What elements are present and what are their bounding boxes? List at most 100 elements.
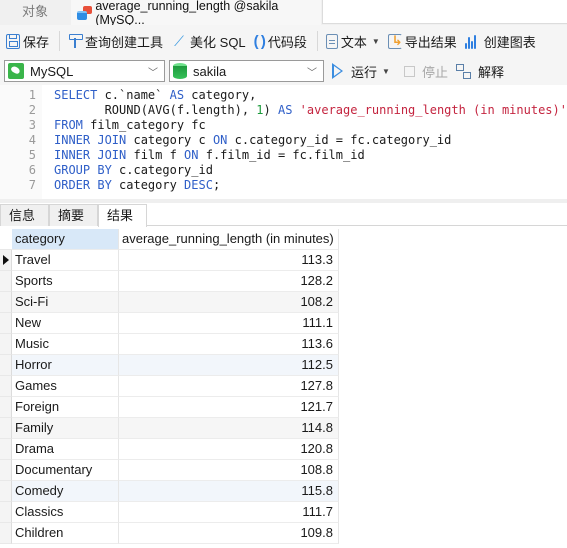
cell-average-running-length[interactable]: 111.7	[119, 502, 339, 523]
cell-average-running-length[interactable]: 109.8	[119, 523, 339, 544]
row-selector[interactable]	[0, 397, 12, 418]
row-selector[interactable]	[0, 271, 12, 292]
cell-average-running-length[interactable]: 115.8	[119, 481, 339, 502]
cell-average-running-length[interactable]: 121.7	[119, 397, 339, 418]
tab-bar: 对象 average_running_length @sakila (MySQ.…	[0, 0, 567, 27]
database-value: sakila	[193, 63, 227, 79]
table-row[interactable]: Comedy 115.8	[0, 481, 339, 502]
table-row[interactable]: Games 127.8	[0, 376, 339, 397]
export-results-label: 导出结果	[404, 34, 457, 50]
query-builder-button[interactable]: 查询创建工具	[68, 32, 163, 51]
stop-button[interactable]: 停止	[394, 62, 448, 81]
column-header-category[interactable]: category	[12, 229, 119, 250]
main-toolbar: 保存 查询创建工具 ⟋ 美化 SQL ( ) 代码段 文本 ▼ 导出结果 创建图…	[0, 25, 567, 57]
tab-summary[interactable]: 摘要	[49, 204, 98, 226]
connection-toolbar: MySQL ﹀ sakila ﹀ 运行 ▼ 停止 解释	[0, 57, 567, 85]
row-selector[interactable]	[0, 376, 12, 397]
code-text: INNER JOIN film f ON f.film_id = fc.film…	[54, 148, 365, 162]
row-selector[interactable]	[0, 313, 12, 334]
create-chart-label: 创建图表	[483, 34, 536, 50]
beautify-sql-label: 美化 SQL	[190, 34, 246, 50]
tab-query[interactable]: average_running_length @sakila (MySQ...	[71, 0, 321, 27]
text-button[interactable]: 文本 ▼	[325, 32, 380, 51]
row-selector[interactable]	[0, 481, 12, 502]
table-row[interactable]: Documentary 108.8	[0, 460, 339, 481]
run-button[interactable]: 运行 ▼	[332, 62, 390, 81]
row-header-corner	[0, 229, 12, 250]
save-button[interactable]: 保存	[6, 32, 49, 51]
table-row[interactable]: Children 109.8	[0, 523, 339, 544]
column-header-average-running-length[interactable]: average_running_length (in minutes)	[119, 229, 339, 250]
text-label: 文本	[340, 34, 367, 50]
mysql-icon	[8, 63, 24, 79]
create-chart-button[interactable]: 创建图表	[464, 32, 536, 51]
cell-average-running-length[interactable]: 127.8	[119, 376, 339, 397]
cell-average-running-length[interactable]: 111.1	[119, 313, 339, 334]
caret-down-icon[interactable]: ▼	[372, 37, 380, 46]
sql-editor[interactable]: 1 SELECT c.`name` AS category, 2 ROUND(AVG…	[0, 85, 567, 199]
code-text: ORDER BY category DESC;	[54, 178, 221, 192]
beautify-sql-button[interactable]: ⟋ 美化 SQL	[171, 32, 246, 51]
row-selector[interactable]	[0, 334, 12, 355]
explain-button[interactable]: 解释	[448, 62, 504, 81]
stop-icon	[403, 65, 415, 77]
cell-category[interactable]: Horror	[12, 355, 119, 376]
query-builder-label: 查询创建工具	[85, 34, 164, 50]
cell-category[interactable]: Music	[12, 334, 119, 355]
row-selector[interactable]	[0, 502, 12, 523]
caret-down-icon[interactable]: ▼	[382, 67, 390, 76]
connection-select[interactable]: MySQL ﹀	[4, 60, 165, 82]
cell-category[interactable]: Documentary	[12, 460, 119, 481]
tab-objects[interactable]: 对象	[0, 0, 70, 25]
cell-category[interactable]: Travel	[12, 250, 119, 271]
row-selector[interactable]	[0, 292, 12, 313]
cell-category[interactable]: Classics	[12, 502, 119, 523]
table-row[interactable]: Drama 120.8	[0, 439, 339, 460]
code-snippet-label: 代码段	[267, 34, 307, 50]
table-row[interactable]: Foreign 121.7	[0, 397, 339, 418]
cell-category[interactable]: Foreign	[12, 397, 119, 418]
cell-average-running-length[interactable]: 112.5	[119, 355, 339, 376]
row-selector[interactable]	[0, 523, 12, 544]
cell-category[interactable]: Games	[12, 376, 119, 397]
row-selector[interactable]	[0, 439, 12, 460]
table-row[interactable]: Sports 128.2	[0, 271, 339, 292]
code-snippet-button[interactable]: ( ) 代码段	[254, 32, 307, 51]
cell-category[interactable]: Sports	[12, 271, 119, 292]
export-results-button[interactable]: 导出结果	[387, 32, 457, 51]
cell-average-running-length[interactable]: 108.2	[119, 292, 339, 313]
run-label: 运行	[351, 64, 378, 80]
tab-info[interactable]: 信息	[0, 204, 49, 226]
row-selector[interactable]	[0, 460, 12, 481]
cell-average-running-length[interactable]: 113.6	[119, 334, 339, 355]
row-selector[interactable]	[0, 418, 12, 439]
cell-average-running-length[interactable]: 108.8	[119, 460, 339, 481]
code-text: SELECT c.`name` AS category,	[54, 88, 257, 102]
table-row[interactable]: Classics 111.7	[0, 502, 339, 523]
cell-average-running-length[interactable]: 114.8	[119, 418, 339, 439]
cell-average-running-length[interactable]: 120.8	[119, 439, 339, 460]
table-row[interactable]: Travel 113.3	[0, 250, 339, 271]
explain-label: 解释	[477, 64, 504, 80]
table-row[interactable]: Music 113.6	[0, 334, 339, 355]
cell-category[interactable]: New	[12, 313, 119, 334]
cell-category[interactable]: Comedy	[12, 481, 119, 502]
cell-category[interactable]: Family	[12, 418, 119, 439]
cell-category[interactable]: Drama	[12, 439, 119, 460]
row-selector[interactable]	[0, 355, 12, 376]
tab-result-1[interactable]: 结果 1	[98, 204, 147, 244]
cell-average-running-length[interactable]: 113.3	[119, 250, 339, 271]
database-select[interactable]: sakila ﹀	[169, 60, 324, 82]
stop-label: 停止	[421, 64, 448, 80]
cell-average-running-length[interactable]: 128.2	[119, 271, 339, 292]
cell-category[interactable]: Children	[12, 523, 119, 544]
document-icon	[325, 33, 338, 49]
table-row[interactable]: Sci-Fi 108.2	[0, 292, 339, 313]
tab-query-title: average_running_length @sakila (MySQ...	[95, 0, 279, 27]
table-row[interactable]: Horror 112.5	[0, 355, 339, 376]
table-row[interactable]: New 111.1	[0, 313, 339, 334]
cell-category[interactable]: Sci-Fi	[12, 292, 119, 313]
line-number: 5	[28, 148, 36, 162]
table-row[interactable]: Family 114.8	[0, 418, 339, 439]
row-selector[interactable]	[0, 250, 12, 271]
